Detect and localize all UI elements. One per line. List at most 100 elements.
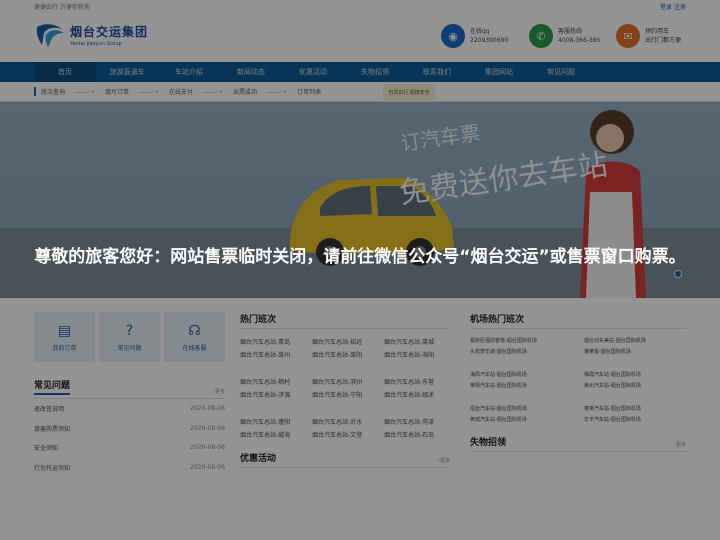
hot-routes-title: 热门班次 (240, 315, 277, 325)
route-link[interactable]: 烟台汽车总站-临沭 (384, 390, 456, 399)
route-link[interactable]: 烟台汽车总站-济源 (240, 390, 312, 399)
logo-mark-icon (34, 21, 66, 49)
airport-route-link[interactable]: 莱阳汽车站-烟台国际机场 (470, 382, 584, 389)
girl-illustration (580, 110, 646, 298)
contact-qq-label: 在线qq (470, 28, 490, 35)
airport-route-link[interactable]: 蓬莱客-烟台国际机场 (584, 348, 686, 355)
contact-phone-value: 4008-366-365 (558, 37, 601, 44)
faq-button[interactable]: ? 常见问题 (99, 312, 160, 362)
nav-stations[interactable]: 车站介绍 (158, 62, 220, 82)
nav-news[interactable]: 新闻动态 (220, 62, 282, 82)
route-link[interactable]: 烟台汽车总站-滨州 (312, 377, 384, 386)
middle-column: 热门班次 烟台汽车总站-青岛 烟台汽车总站-招远 烟台汽车总站-莱城 烟台汽车总… (240, 312, 450, 477)
left-column: ▤ 我的订单 ? 常见问题 ☊ 在线客服 常见问题 ›更多 退改签说明 2020-08-… (34, 312, 225, 477)
route-link[interactable]: 烟台汽车总站-沂水 (312, 417, 384, 426)
lost-found-header: 失物招领 ›更多 (470, 435, 686, 452)
airport-route-link[interactable]: 栖霞汽车站-烟台国际机场 (584, 371, 686, 378)
faq-item-date: 2020-08-06 (190, 424, 225, 432)
nav-home[interactable]: 首页 (34, 62, 96, 82)
promo-more-link[interactable]: ›更多 (438, 457, 450, 464)
promo-header: 优惠活动 ›更多 (240, 451, 450, 468)
faq-item[interactable]: 旅客购票须知 2020-08-06 (34, 419, 225, 439)
faq-item-date: 2020-08-06 (190, 405, 225, 413)
route-link[interactable]: 烟台汽车总站-文登 (312, 430, 384, 439)
airport-header: 机场热门班次 (470, 312, 686, 329)
logo-text-cn: 烟台交运集团 (70, 25, 149, 39)
route-link[interactable]: 烟台汽车总站-宁阳 (312, 390, 384, 399)
hero-banner[interactable]: 订汽车票 免费送你去车站 (0, 102, 720, 298)
my-orders-button[interactable]: ▤ 我的订单 (34, 312, 95, 362)
route-link[interactable]: 烟台汽车总站-青岛 (240, 337, 312, 346)
faq-item[interactable]: 行包托运须知 2020-08-06 (34, 458, 225, 478)
nav-group-site[interactable]: 集团网站 (468, 62, 530, 82)
route-link[interactable]: 烟台汽车总站-莱州 (240, 350, 312, 359)
slogan: 便捷出行 方便你我他 (34, 4, 90, 11)
login-link[interactable]: 登录 (660, 4, 672, 11)
airport-route-link[interactable]: 烟台幼车美站-烟台国际机场 (584, 337, 686, 344)
arrow-icon: ——→ (139, 87, 159, 96)
airport-route-link[interactable]: 招远汽车站-烟台国际机场 (470, 405, 584, 412)
header: 烟台交运集团 Yantai Jiaoyun Group ◉ 在线qq 220939… (0, 12, 720, 62)
faq-title: 常见问题 (34, 378, 71, 395)
nav-promotions[interactable]: 优惠活动 (282, 62, 344, 82)
arrow-icon: ——→ (267, 87, 287, 96)
auth-links: 登录 注册 (660, 2, 686, 11)
step-order-list[interactable]: 订单列表 (297, 87, 321, 96)
route-link[interactable]: 烟台汽车总站-招远 (312, 337, 384, 346)
online-service-button[interactable]: ☊ 在线客服 (164, 312, 225, 362)
faq-more-link[interactable]: ›更多 (213, 388, 225, 395)
airport-route-link[interactable]: 幕斯臣福前客栈-烟台国际机场 (470, 337, 584, 344)
nav-lost-found[interactable]: 失物招领 (344, 62, 406, 82)
step-search[interactable]: 班次查询 (41, 87, 65, 96)
faq-item[interactable]: 安全须知 2020-08-06 (34, 438, 225, 458)
route-link[interactable]: 烟台汽车总站-石岛 (384, 430, 456, 439)
contact-chat-value: 出行门都方便 (645, 37, 682, 44)
airport-route-link[interactable]: 莱州汽车站-烟台国际机场 (584, 382, 686, 389)
nav-tour-bus[interactable]: 旅游直通车 (96, 62, 158, 82)
step-ticketed: 出票成功 (233, 89, 258, 96)
nav-faq[interactable]: 常见问题 (530, 62, 592, 82)
airport-grid: 幕斯臣福前客栈-烟台国际机场 烟台幼车美站-烟台国际机场 头软梦乐城-烟台国际机… (470, 337, 686, 423)
contact-qq-value: 2209390690 (470, 37, 509, 44)
faq-item[interactable]: 退改签说明 2020-08-06 (34, 399, 225, 419)
quick-links: ▤ 我的订单 ? 常见问题 ☊ 在线客服 (34, 312, 225, 362)
question-icon: ? (125, 322, 134, 339)
airport-title: 机场热门班次 (470, 315, 525, 325)
online-service-label: 在线客服 (182, 344, 207, 352)
route-link[interactable]: 烟台汽车总站-海阳 (384, 350, 456, 359)
airport-route-link[interactable]: 牟平汽车站-烟台国际机场 (584, 416, 686, 423)
airport-route-link[interactable]: 黄城汽车站-烟台国际机场 (470, 416, 584, 423)
qq-icon: ◉ (441, 24, 465, 48)
nav-contact[interactable]: 联系我们 (406, 62, 468, 82)
airport-route-link[interactable]: 蓬莱汽车站-烟台国际机场 (584, 405, 686, 412)
contact-phone[interactable]: ✆ 客服热线 4008-366-365 (529, 24, 601, 48)
faq-header: 常见问题 ›更多 (34, 378, 225, 399)
topbar: 便捷出行 方便你我他 登录 注册 (0, 0, 720, 12)
route-link[interactable]: 烟台汽车总站-威海 (240, 430, 312, 439)
carousel-dot[interactable] (674, 270, 682, 278)
hot-routes-header: 热门班次 (240, 312, 450, 329)
faq-item-title: 安全须知 (34, 445, 59, 453)
register-link[interactable]: 注册 (674, 4, 686, 11)
contact-chat[interactable]: ✉ 预约用车出行门都方便 (616, 24, 681, 48)
route-link[interactable]: 烟台汽车总站-栖村 (240, 377, 312, 386)
lost-found-more-link[interactable]: ›更多 (674, 441, 686, 448)
airport-route-link[interactable]: 海阳汽车站-烟台国际机场 (470, 371, 584, 378)
content-area: ▤ 我的订单 ? 常见问题 ☊ 在线客服 常见问题 ›更多 退改签说明 2020-08-… (0, 298, 720, 477)
contact-qq[interactable]: ◉ 在线qq 2209390690 (441, 24, 508, 48)
logo[interactable]: 烟台交运集团 Yantai Jiaoyun Group (34, 21, 148, 49)
promo-title: 优惠活动 (240, 454, 277, 464)
main-nav: 首页 旅游直通车 车站介绍 新闻动态 优惠活动 失物招领 联系我们 集团网站 常… (0, 62, 720, 82)
faq-item-title: 旅客购票须知 (34, 425, 71, 433)
chat-icon: ✉ (616, 24, 640, 48)
faq-item-title: 行包托运须知 (34, 464, 71, 472)
route-link[interactable]: 烟台汽车总站-菏泽 (384, 417, 456, 426)
airport-route-link[interactable]: 头软梦乐城-烟台国际机场 (470, 348, 584, 355)
route-link[interactable]: 烟台汽车总站-蓬阳 (240, 417, 312, 426)
route-link[interactable]: 烟台汽车总站-莱阳 (312, 350, 384, 359)
route-link[interactable]: 烟台汽车总站-东营 (384, 377, 456, 386)
step-pay: 在线支付 (169, 89, 194, 96)
contact-chat-label: 预约用车 (645, 28, 670, 35)
order-icon: ▤ (57, 322, 72, 339)
route-link[interactable]: 烟台汽车总站-莱城 (384, 337, 456, 346)
